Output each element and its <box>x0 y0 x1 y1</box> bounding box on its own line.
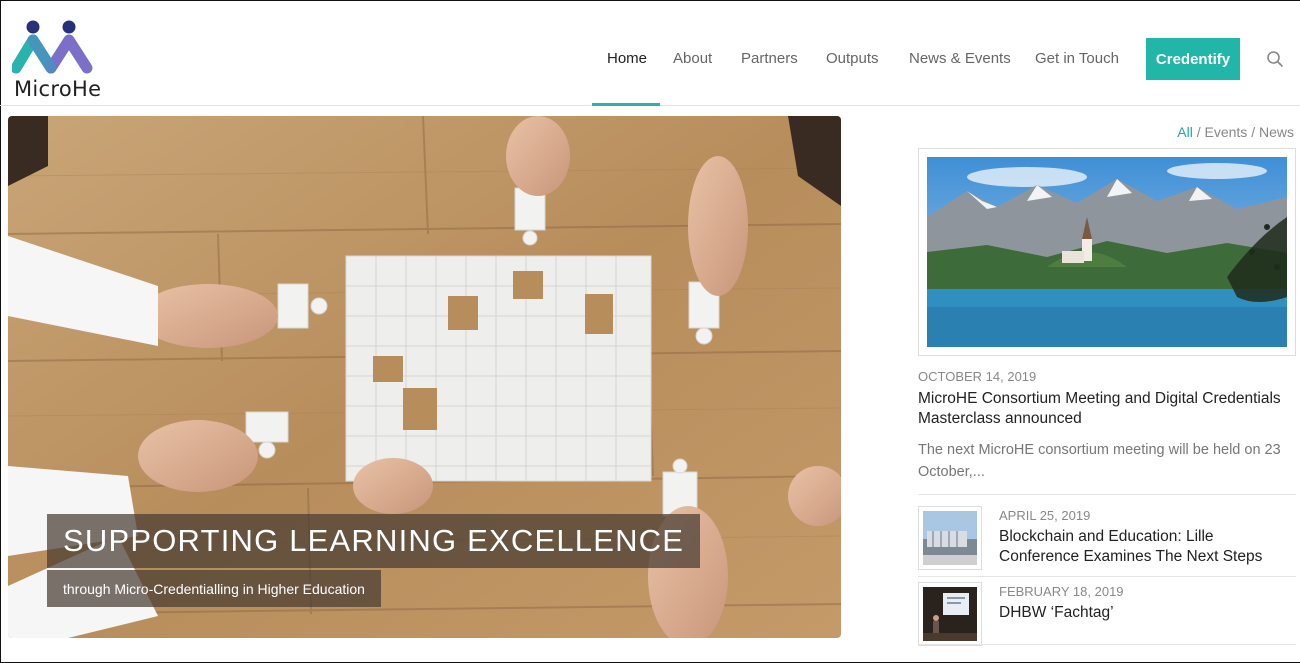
lake-bled-photo <box>927 157 1287 347</box>
conference-building-photo <box>923 511 977 565</box>
news-item: APRIL 25, 2019 Blockchain and Education:… <box>918 506 1296 572</box>
featured-title[interactable]: MicroHE Consortium Meeting and Digital C… <box>918 389 1288 429</box>
nav-partners[interactable]: Partners <box>741 50 798 67</box>
nav-about[interactable]: About <box>673 50 712 67</box>
nav-home[interactable]: Home <box>607 50 647 67</box>
news-thumbnail[interactable] <box>918 506 982 570</box>
news-item: FEBRUARY 18, 2019 DHBW ‘Fachtag’ <box>918 582 1296 648</box>
search-icon[interactable] <box>1266 50 1284 68</box>
hero-banner[interactable]: SUPPORTING LEARNING EXCELLENCE through M… <box>8 116 841 638</box>
presentation-photo <box>923 587 977 641</box>
nav-active-indicator <box>592 103 660 106</box>
featured-date: OCTOBER 14, 2019 <box>918 369 1037 384</box>
news-date: APRIL 25, 2019 <box>999 508 1091 523</box>
credentify-button[interactable]: Credentify <box>1146 38 1240 80</box>
filter-all[interactable]: All <box>1177 124 1193 140</box>
nav-outputs[interactable]: Outputs <box>826 50 879 67</box>
divider <box>918 576 1296 577</box>
hero-subtitle: through Micro-Credentialling in Higher E… <box>47 570 381 607</box>
news-date: FEBRUARY 18, 2019 <box>999 584 1124 599</box>
news-filter: All / Events / News <box>1177 124 1294 140</box>
divider <box>918 494 1296 495</box>
nav-get-in-touch[interactable]: Get in Touch <box>1035 50 1119 67</box>
featured-excerpt: The next MicroHE consortium meeting will… <box>918 442 1281 480</box>
filter-separator: / <box>1251 124 1256 140</box>
filter-news[interactable]: News <box>1259 124 1294 140</box>
logo-wordmark: MicroHe <box>14 77 102 101</box>
news-title[interactable]: Blockchain and Education: Lille Conferen… <box>999 527 1289 567</box>
filter-separator: / <box>1196 124 1201 140</box>
filter-events[interactable]: Events <box>1205 124 1248 140</box>
hero-title: SUPPORTING LEARNING EXCELLENCE <box>47 514 701 568</box>
news-thumbnail[interactable] <box>918 582 982 646</box>
featured-image[interactable] <box>918 148 1296 356</box>
site-header: MicroHe Home About Partners Outputs News… <box>0 0 1300 106</box>
news-title[interactable]: DHBW ‘Fachtag’ <box>999 603 1289 623</box>
divider <box>918 644 1296 645</box>
nav-news-events[interactable]: News & Events <box>909 50 1011 67</box>
